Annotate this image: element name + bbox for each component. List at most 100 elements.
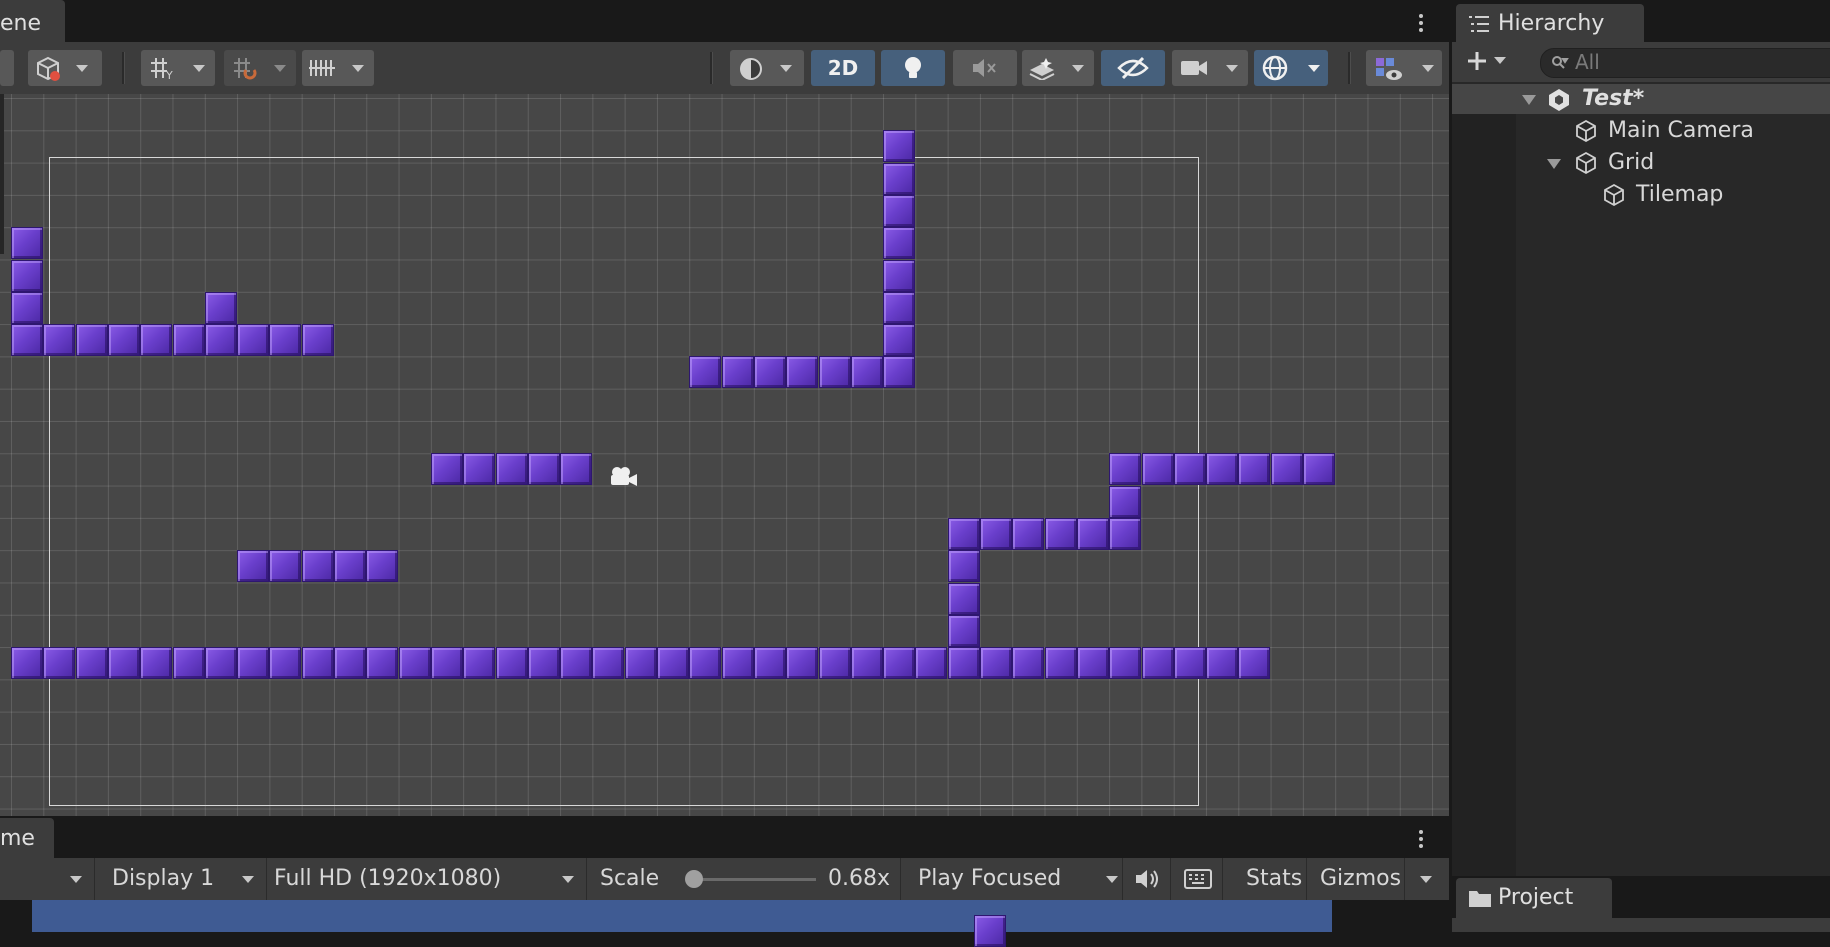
shortcuts-button[interactable] bbox=[1172, 858, 1223, 900]
chevron-down-icon bbox=[70, 876, 82, 883]
effects-icon bbox=[1029, 58, 1055, 80]
gizmos-options-dropdown[interactable] bbox=[1406, 858, 1448, 900]
tile bbox=[269, 324, 302, 357]
game-view[interactable] bbox=[32, 900, 1332, 947]
scale-slider-thumb[interactable] bbox=[685, 870, 704, 888]
tile bbox=[753, 356, 786, 389]
gizmos-dropdown[interactable] bbox=[1366, 50, 1442, 86]
chevron-down-icon bbox=[780, 65, 792, 72]
audio-toggle-button[interactable] bbox=[953, 50, 1017, 86]
tile bbox=[204, 647, 237, 680]
mute-audio-button[interactable] bbox=[1124, 858, 1171, 900]
tile bbox=[237, 550, 270, 583]
game-more-menu-icon[interactable] bbox=[1418, 828, 1424, 854]
tile bbox=[1109, 453, 1142, 486]
grid-snap-dropdown[interactable]: Y bbox=[141, 50, 215, 86]
tile bbox=[463, 647, 496, 680]
2d-toggle-button[interactable]: 2D bbox=[811, 50, 875, 86]
scene-tab-label: ene bbox=[0, 11, 42, 36]
resolution-dropdown[interactable]: Full HD (1920x1080) bbox=[268, 858, 587, 900]
scene-more-menu-icon[interactable] bbox=[1418, 12, 1424, 38]
stats-label: Stats bbox=[1246, 866, 1303, 891]
tile bbox=[75, 324, 108, 357]
tile bbox=[204, 324, 237, 357]
hierarchy-tab[interactable]: Hierarchy bbox=[1456, 4, 1644, 46]
lighting-toggle-button[interactable] bbox=[881, 50, 945, 86]
scene-overlay-edge bbox=[0, 94, 4, 254]
audio-mute-icon bbox=[973, 59, 996, 77]
tile bbox=[592, 647, 625, 680]
tile bbox=[1076, 517, 1109, 550]
scale-slider-track[interactable] bbox=[688, 878, 816, 881]
hierarchy-item-label: Grid bbox=[1608, 150, 1655, 175]
tile bbox=[1238, 453, 1271, 486]
tile bbox=[366, 550, 399, 583]
scene-tab[interactable]: ene bbox=[0, 0, 65, 46]
game-tab-bar bbox=[0, 816, 1449, 858]
scale-control: Scale 0.68x bbox=[588, 858, 901, 900]
add-object-button[interactable] bbox=[1462, 44, 1518, 78]
hierarchy-item-main-camera[interactable]: Main Camera bbox=[1452, 116, 1830, 146]
chevron-down-icon bbox=[1106, 876, 1118, 883]
play-mode-dropdown[interactable]: Play Focused bbox=[904, 858, 1123, 900]
tile bbox=[1076, 647, 1109, 680]
camera-gizmo-icon[interactable] bbox=[608, 466, 640, 488]
toolbar-separator bbox=[1348, 52, 1351, 84]
tile bbox=[947, 582, 980, 615]
project-toolbar bbox=[1452, 918, 1830, 932]
tile bbox=[883, 324, 916, 357]
tile bbox=[1044, 647, 1077, 680]
tile bbox=[463, 453, 496, 486]
search-placeholder: All bbox=[1575, 50, 1600, 74]
hierarchy-item-tilemap[interactable]: Tilemap bbox=[1452, 180, 1830, 210]
tile bbox=[850, 647, 883, 680]
ruler-dropdown[interactable] bbox=[302, 50, 374, 86]
shading-mode-dropdown[interactable] bbox=[730, 50, 804, 86]
draw-mode-dropdown[interactable] bbox=[28, 50, 102, 86]
gizmo-tools-dropdown[interactable] bbox=[1254, 50, 1328, 86]
hidden-visibility-icon bbox=[1117, 56, 1149, 80]
hierarchy-search-field[interactable]: All bbox=[1540, 48, 1830, 78]
tile bbox=[883, 259, 916, 292]
list-icon bbox=[1469, 16, 1489, 32]
hierarchy-scene-row[interactable]: Test* bbox=[1452, 84, 1830, 114]
tile bbox=[1303, 453, 1335, 486]
tile bbox=[947, 647, 980, 680]
foldout-arrow-icon[interactable] bbox=[1547, 159, 1561, 169]
tile bbox=[689, 647, 722, 680]
tile bbox=[495, 647, 528, 680]
cube-icon bbox=[37, 56, 60, 81]
project-tab[interactable]: Project bbox=[1456, 878, 1612, 920]
chevron-down-icon bbox=[1494, 57, 1506, 64]
tile bbox=[721, 356, 754, 389]
chevron-down-icon bbox=[1308, 65, 1320, 72]
tile bbox=[43, 324, 76, 357]
scene-camera-dropdown[interactable] bbox=[1172, 50, 1248, 86]
foldout-arrow-icon[interactable] bbox=[1522, 95, 1536, 105]
tile bbox=[947, 550, 980, 583]
tile bbox=[883, 356, 916, 389]
increment-snap-dropdown[interactable] bbox=[224, 50, 296, 86]
stats-button[interactable]: Stats bbox=[1234, 858, 1307, 900]
tile bbox=[269, 550, 302, 583]
tile bbox=[334, 550, 366, 583]
tile bbox=[1238, 647, 1271, 680]
light-icon bbox=[905, 57, 921, 78]
scene-visibility-toggle[interactable] bbox=[1101, 50, 1165, 86]
tile bbox=[980, 517, 1012, 550]
tile bbox=[1173, 453, 1206, 486]
display-dropdown[interactable]: Display 1 bbox=[100, 858, 267, 900]
tile bbox=[1109, 485, 1142, 518]
chevron-down-icon bbox=[193, 65, 205, 72]
effects-dropdown[interactable] bbox=[1022, 50, 1094, 86]
hierarchy-item-grid[interactable]: Grid bbox=[1452, 148, 1830, 178]
tile bbox=[172, 324, 205, 357]
tile bbox=[237, 647, 270, 680]
tool-button-partial[interactable] bbox=[0, 50, 14, 86]
scene-view[interactable] bbox=[0, 94, 1449, 816]
game-toolbar: Display 1 Full HD (1920x1080) Scale 0.68… bbox=[0, 858, 1449, 900]
game-view-type-dropdown[interactable] bbox=[0, 858, 95, 900]
game-tab[interactable]: me bbox=[0, 818, 54, 860]
tile bbox=[560, 647, 593, 680]
gizmos-toggle-button[interactable]: Gizmos bbox=[1308, 858, 1405, 900]
